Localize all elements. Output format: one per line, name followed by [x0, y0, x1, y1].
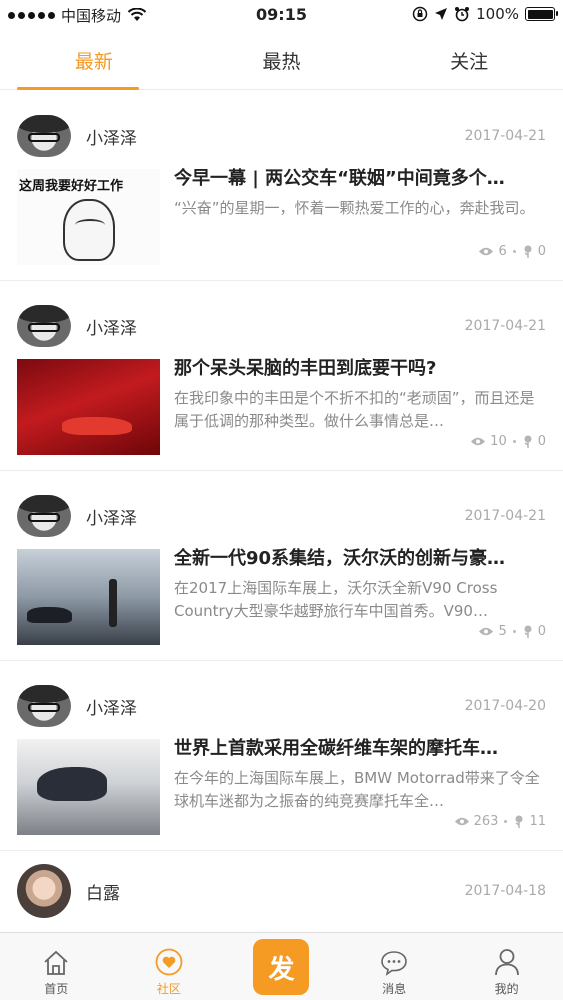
post-card[interactable]: 小泽泽 2017-04-21 这周我要好好工作 今早一幕 | 两公交车“联姻”中… — [0, 91, 563, 281]
tab-following[interactable]: 关注 — [375, 30, 563, 89]
post-thumbnail[interactable] — [17, 739, 160, 835]
nav-mine[interactable]: 我的 — [450, 933, 563, 1000]
post-feed[interactable]: 小泽泽 2017-04-21 这周我要好好工作 今早一幕 | 两公交车“联姻”中… — [0, 91, 563, 932]
like-count: 11 — [529, 814, 546, 829]
post-summary: 在我印象中的丰田是个不折不扣的“老顽固”，而且还是属于低调的那种类型。做什么事情… — [174, 389, 535, 430]
post-card[interactable]: 小泽泽 2017-04-21 全新一代90系集结，沃尔沃的创新与豪… 在2017… — [0, 471, 563, 661]
author-name[interactable]: 小泽泽 — [86, 694, 137, 719]
post-text: 那个呆头呆脑的丰田到底要干吗? 在我印象中的丰田是个不折不扣的“老顽固”，而且还… — [174, 357, 546, 457]
nav-messages[interactable]: 消息 — [338, 933, 451, 1000]
post-button[interactable]: 发 — [253, 939, 310, 995]
tab-latest[interactable]: 最新 — [0, 30, 188, 90]
avatar[interactable] — [17, 495, 71, 537]
view-count: 5 — [498, 624, 507, 639]
status-icons: 100% — [412, 5, 558, 23]
separator-dot — [512, 630, 516, 633]
post-body[interactable]: 那个呆头呆脑的丰田到底要干吗? 在我印象中的丰田是个不折不扣的“老顽固”，而且还… — [17, 357, 546, 457]
nav-home-label: 首页 — [44, 982, 69, 996]
eye-icon — [454, 817, 469, 826]
author-name[interactable]: 小泽泽 — [86, 504, 137, 529]
flower-icon — [524, 625, 532, 638]
flower-icon — [524, 435, 532, 448]
home-icon — [44, 950, 68, 975]
post-summary: 在今年的上海国际车展上，BMW Motorrad带来了令全球机车迷都为之振奋的纯… — [174, 769, 540, 810]
nav-community-label: 社区 — [156, 982, 181, 996]
eye-icon — [479, 627, 494, 636]
flower-icon — [515, 815, 523, 828]
chat-bubble-icon — [381, 951, 407, 976]
post-thumbnail[interactable]: 这周我要好好工作 — [17, 169, 160, 265]
like-count: 0 — [537, 434, 546, 449]
alarm-icon — [455, 7, 470, 22]
post-text: 世界上首款采用全碳纤维车架的摩托车… 在今年的上海国际车展上，BMW Motor… — [174, 737, 546, 837]
author-name[interactable]: 小泽泽 — [86, 314, 137, 339]
post-title[interactable]: 那个呆头呆脑的丰田到底要干吗? — [174, 357, 546, 381]
post-header: 小泽泽 2017-04-21 — [17, 493, 546, 539]
post-thumbnail[interactable] — [17, 549, 160, 645]
post-body[interactable]: 世界上首款采用全碳纤维车架的摩托车… 在今年的上海国际车展上，BMW Motor… — [17, 737, 546, 837]
thumbnail-caption: 这周我要好好工作 — [19, 179, 124, 194]
post-card[interactable]: 白露 2017-04-18 — [0, 851, 563, 932]
post-stats: 263 11 — [454, 814, 546, 829]
post-card[interactable]: 小泽泽 2017-04-21 那个呆头呆脑的丰田到底要干吗? 在我印象中的丰田是… — [0, 281, 563, 471]
separator-dot — [512, 440, 516, 443]
post-title[interactable]: 全新一代90系集结，沃尔沃的创新与豪… — [174, 547, 546, 571]
post-date: 2017-04-21 — [464, 128, 546, 144]
post-header: 白露 2017-04-18 — [17, 863, 546, 919]
post-header: 小泽泽 2017-04-21 — [17, 303, 546, 349]
orientation-lock-icon — [412, 6, 428, 22]
nav-messages-label: 消息 — [382, 982, 407, 996]
location-icon — [435, 8, 448, 20]
post-title[interactable]: 今早一幕 | 两公交车“联姻”中间竟多个… — [174, 167, 546, 191]
separator-dot — [504, 820, 508, 823]
bottom-nav: 首页 社区 发 消息 我的 — [0, 932, 563, 1000]
eye-icon — [471, 437, 486, 446]
nav-community[interactable]: 社区 — [113, 933, 226, 1000]
post-date: 2017-04-18 — [464, 883, 546, 899]
separator-dot — [512, 250, 516, 253]
eye-icon — [479, 247, 494, 256]
view-count: 10 — [490, 434, 507, 449]
tab-hot[interactable]: 最热 — [188, 30, 376, 89]
post-card[interactable]: 小泽泽 2017-04-20 世界上首款采用全碳纤维车架的摩托车… 在今年的上海… — [0, 661, 563, 851]
post-text: 全新一代90系集结，沃尔沃的创新与豪… 在2017上海国际车展上，沃尔沃全新V9… — [174, 547, 546, 647]
like-count: 0 — [537, 624, 546, 639]
battery-icon — [525, 7, 558, 21]
post-header: 小泽泽 2017-04-20 — [17, 683, 546, 729]
post-stats: 5 0 — [478, 624, 546, 639]
view-count: 6 — [498, 244, 507, 259]
user-icon — [494, 949, 519, 976]
author-name[interactable]: 小泽泽 — [86, 124, 137, 149]
avatar[interactable] — [17, 864, 71, 918]
post-body[interactable]: 全新一代90系集结，沃尔沃的创新与豪… 在2017上海国际车展上，沃尔沃全新V9… — [17, 547, 546, 647]
post-summary: 在2017上海国际车展上，沃尔沃全新V90 Cross Country大型豪华越… — [174, 579, 498, 620]
like-count: 0 — [537, 244, 546, 259]
post-title[interactable]: 世界上首款采用全碳纤维车架的摩托车… — [174, 737, 546, 761]
avatar[interactable] — [17, 685, 71, 727]
post-stats: 10 0 — [470, 434, 546, 449]
flower-icon — [524, 245, 532, 258]
post-header: 小泽泽 2017-04-21 — [17, 113, 546, 159]
nav-mine-label: 我的 — [494, 982, 519, 996]
meme-drawing — [63, 199, 115, 261]
post-text: 今早一幕 | 两公交车“联姻”中间竟多个… “兴奋”的星期一，怀着一颗热爱工作的… — [174, 167, 546, 267]
post-summary: “兴奋”的星期一，怀着一颗热爱工作的心，奔赴我司。 — [174, 199, 535, 217]
post-stats: 6 0 — [478, 244, 546, 259]
post-thumbnail[interactable] — [17, 359, 160, 455]
heart-circle-icon — [155, 948, 183, 976]
avatar[interactable] — [17, 115, 71, 157]
post-date: 2017-04-21 — [464, 318, 546, 334]
author-name[interactable]: 白露 — [86, 879, 120, 904]
view-count: 263 — [473, 814, 499, 829]
battery-percent: 100% — [476, 5, 519, 23]
status-bar: 中国移动 09:15 100% — [0, 0, 563, 30]
post-body[interactable]: 这周我要好好工作 今早一幕 | 两公交车“联姻”中间竟多个… “兴奋”的星期一，… — [17, 167, 546, 267]
avatar[interactable] — [17, 305, 71, 347]
post-date: 2017-04-20 — [464, 698, 546, 714]
nav-post[interactable]: 发 — [225, 933, 338, 1000]
nav-home[interactable]: 首页 — [0, 933, 113, 1000]
post-date: 2017-04-21 — [464, 508, 546, 524]
feed-tabs: 最新 最热 关注 — [0, 30, 563, 90]
